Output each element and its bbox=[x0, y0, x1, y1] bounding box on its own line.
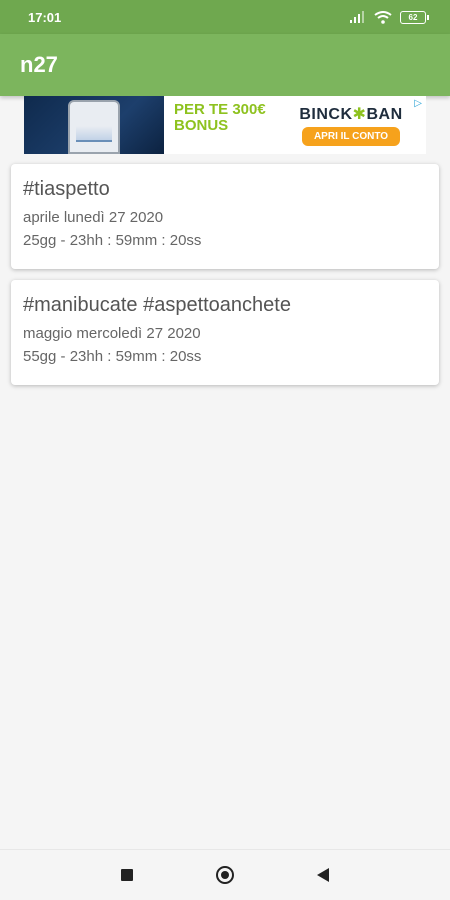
event-countdown: 55gg - 23hh : 59mm : 20ss bbox=[23, 348, 202, 365]
signal-icon bbox=[350, 11, 364, 23]
status-time: 17:01 bbox=[28, 9, 62, 25]
app-title: n27 bbox=[20, 52, 58, 77]
event-card[interactable]: #tiaspetto aprile lunedì 27 2020 25gg - … bbox=[11, 164, 439, 269]
ad-brand-suffix: BAN bbox=[366, 106, 403, 123]
ad-cta-button[interactable]: APRI IL CONTO bbox=[301, 127, 401, 146]
battery-level: 62 bbox=[408, 12, 418, 22]
status-icons: 62 bbox=[350, 10, 429, 24]
ad-headline-line2: BONUS bbox=[174, 117, 229, 134]
event-title: #manibucate #aspettoanchete bbox=[23, 294, 291, 316]
ad-brand-area: BINCK✱BAN APRI IL CONTO bbox=[276, 96, 426, 154]
ad-headline-line1: PER TE 300€ bbox=[174, 101, 266, 118]
phone-illustration bbox=[68, 100, 120, 154]
status-bar: 17:01 62 bbox=[0, 0, 450, 34]
navigation-bar bbox=[0, 849, 450, 900]
home-button[interactable] bbox=[211, 861, 239, 889]
ad-banner[interactable]: PER TE 300€ BONUS BINCK✱BAN APRI IL CONT… bbox=[24, 96, 426, 154]
ad-brand: BINCK✱BAN bbox=[299, 104, 402, 124]
event-title: #tiaspetto bbox=[23, 178, 110, 200]
back-button[interactable] bbox=[309, 861, 337, 889]
event-countdown: 25gg - 23hh : 59mm : 20ss bbox=[23, 232, 202, 249]
recents-icon bbox=[121, 869, 133, 881]
home-icon bbox=[216, 866, 234, 884]
app-bar: n27 bbox=[0, 34, 450, 96]
ad-choice-icon[interactable]: ▷ bbox=[414, 98, 422, 109]
event-date: maggio mercoledì 27 2020 bbox=[23, 325, 201, 342]
event-card[interactable]: #manibucate #aspettoanchete maggio merco… bbox=[11, 280, 439, 385]
recents-button[interactable] bbox=[113, 861, 141, 889]
ad-headline: PER TE 300€ BONUS bbox=[164, 96, 276, 154]
wifi-icon bbox=[374, 10, 392, 24]
battery-icon: 62 bbox=[400, 10, 429, 24]
ad-brand-name: BINCK bbox=[299, 106, 353, 123]
ad-image bbox=[24, 96, 164, 154]
event-date: aprile lunedì 27 2020 bbox=[23, 209, 164, 226]
star-icon: ✱ bbox=[352, 106, 367, 123]
back-icon bbox=[317, 868, 329, 882]
